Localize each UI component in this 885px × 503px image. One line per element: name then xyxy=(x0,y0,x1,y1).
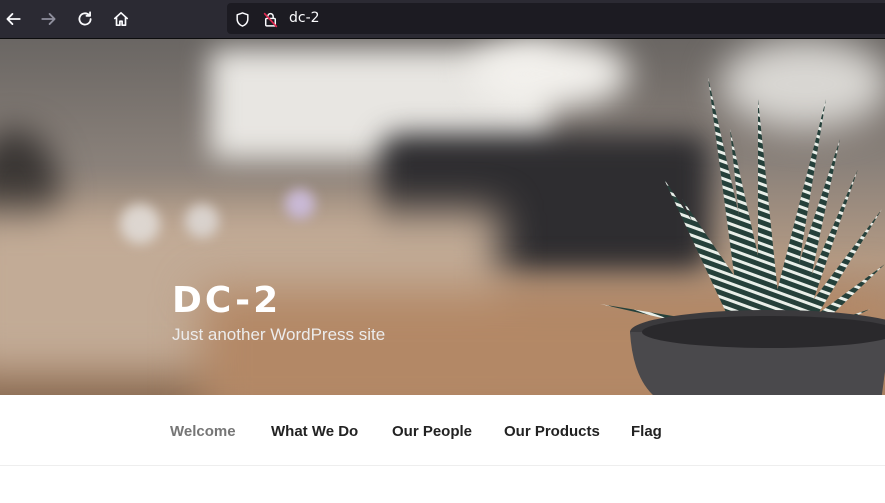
url-text[interactable]: dc-2 xyxy=(289,10,320,27)
menu-item-our-people[interactable]: Our People xyxy=(392,423,472,441)
header-image: DC-2 Just another WordPress site xyxy=(0,39,885,395)
menu-item-flag[interactable]: Flag xyxy=(631,423,662,441)
back-button[interactable] xyxy=(0,6,26,32)
bokeh xyxy=(120,204,160,244)
menu-item-our-products[interactable]: Our Products xyxy=(504,423,600,441)
arrow-right-icon xyxy=(41,13,56,25)
arrow-left-icon xyxy=(6,13,21,25)
home-button[interactable] xyxy=(108,6,134,32)
bokeh xyxy=(285,189,315,219)
menu-item-welcome[interactable]: Welcome xyxy=(170,423,236,441)
reload-icon xyxy=(78,11,92,26)
reload-button[interactable] xyxy=(72,6,98,32)
insecure-lock-icon[interactable] xyxy=(261,10,279,28)
browser-toolbar: dc-2 xyxy=(0,0,885,39)
menu-item-what-we-do[interactable]: What We Do xyxy=(271,423,358,441)
forward-button[interactable] xyxy=(36,6,62,32)
site-description: Just another WordPress site xyxy=(172,325,386,344)
bokeh xyxy=(185,204,219,238)
top-navigation: Welcome What We Do Our People Our Produc… xyxy=(0,395,885,466)
succulent-plant xyxy=(600,77,885,395)
home-icon xyxy=(113,11,129,27)
shield-icon[interactable] xyxy=(233,10,251,28)
url-bar[interactable]: dc-2 xyxy=(227,3,885,34)
site-title[interactable]: DC-2 xyxy=(172,281,281,321)
